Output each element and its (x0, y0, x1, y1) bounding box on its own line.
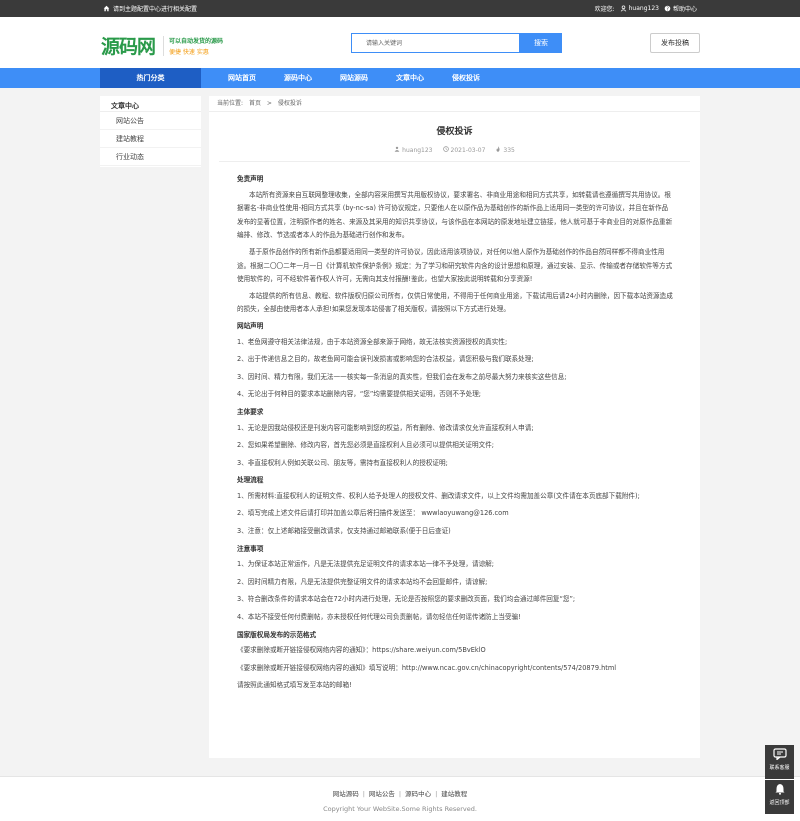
slogan-line1: 可以自动发货的源码 (169, 37, 224, 45)
paragraph: 基于原作品创作的所有新作品都要适用同一类型的许可协议，因此适用该项协议，对任何以… (237, 247, 673, 284)
breadcrumb: 当前位置: 首页 > 侵权投诉 (209, 96, 700, 112)
list-item: 2、您如果希望删除、修改内容，首先您必须是直接权利人且必须可以提供相关证明文件; (237, 441, 494, 450)
list-item: 2、出于传递信息之目的，故老鱼网可能会误刊发损害或影响您的合法权益，请您积极与我… (237, 355, 534, 364)
sidebar-title: 文章中心 (100, 96, 201, 112)
user-icon (620, 5, 627, 12)
search-button[interactable]: 搜索 (520, 33, 562, 53)
breadcrumb-sep: > (266, 100, 272, 107)
list-item: 请按照此通知格式填写发至本站的邮箱! (237, 681, 352, 690)
list-item: 3、注意：仅上述邮箱接受删改请求，仅支持通过邮箱联系(便于日后查证) (237, 527, 451, 536)
nav-item-website-source[interactable]: 网站源码 (340, 68, 368, 88)
author-icon (394, 146, 400, 154)
footer-link-tutorials[interactable]: 建站教程 (441, 790, 467, 798)
help-link[interactable]: ? 帮助中心 (664, 4, 697, 13)
list-item: 2、因时间精力有限，凡是无法提供完整证明文件的请求本站均不会回复邮件，请谅解; (237, 577, 488, 586)
footer-sep: | (398, 790, 402, 798)
list-item: 1、老鱼网遵守相关法律法规，由于本站资源全部来源于网络，故无法核实资源授权的真实… (237, 337, 508, 346)
top-notice-text: 请到主题配置中心进行相关配置 (113, 6, 198, 13)
section-heading: 主体要求 (237, 407, 264, 416)
welcome-label: 欢迎您: (594, 6, 615, 13)
section-heading: 网站声明 (237, 321, 264, 330)
user-link[interactable]: huang123 (620, 5, 659, 12)
home-icon (103, 5, 110, 12)
sidebar-item-announcements[interactable]: 网站公告 (100, 112, 201, 130)
section-heading: 免责声明 (237, 175, 264, 183)
search-bar: 搜索 (351, 33, 562, 53)
list-item: 1、为保证本站正常运作，凡是无法提供充足证明文件的请求本站一律不予处理，请谅解; (237, 560, 494, 569)
list-item: 1、所需材料:直接权利人的证明文件、权利人给予处理人的授权文件、删改请求文件，以… (237, 491, 640, 500)
meta-date: 2021-03-07 (442, 146, 486, 154)
main-nav: 热门分类 网站首页 源码中心 网站源码 文章中心 侵权投诉 (0, 68, 800, 88)
nav-items: 网站首页 源码中心 网站源码 文章中心 侵权投诉 (228, 68, 480, 88)
back-to-top-button[interactable]: 返回顶部 (765, 780, 794, 814)
svg-text:?: ? (666, 6, 669, 12)
back-to-top-label: 返回顶部 (769, 800, 790, 806)
view-count: 335 (503, 146, 515, 154)
site-logo[interactable]: 源码网 可以自动发货的源码 便捷 快速 实惠 (101, 32, 223, 59)
article-title: 侵权投诉 (436, 127, 473, 137)
sidebar-item-news[interactable]: 行业动态 (100, 148, 201, 166)
meta-author: huang123 (394, 146, 433, 154)
site-header: 源码网 可以自动发货的源码 便捷 快速 实惠 搜索 发布投稿 (0, 17, 800, 68)
slogan: 可以自动发货的源码 便捷 快速 实惠 (163, 35, 224, 56)
list-item: 1、无论是因我站侵权还是刊发内容可能影响到您的权益，所有删除、修改请求仅允许直接… (237, 423, 534, 432)
article-panel: 当前位置: 首页 > 侵权投诉 侵权投诉 huang123 2021-03-07… (209, 96, 700, 758)
contact-service-button[interactable]: 联系客服 (765, 745, 794, 779)
chat-icon (765, 748, 794, 764)
footer-link-source-center[interactable]: 源码中心 (405, 790, 431, 798)
nav-item-home[interactable]: 网站首页 (228, 68, 256, 88)
list-item: 《要求删除或断开链接侵权网络内容的通知》：https://share.weiyu… (237, 646, 486, 655)
paragraph: 本站提供的所有信息、教程、软件版权归原公司所有，仅供日常使用，不得用于任何商业用… (237, 291, 673, 314)
list-item: 4、本站不接受任何付费删帖，亦未授权任何代理公司负责删帖，请勿轻信任何谣传诸防上… (237, 613, 521, 622)
footer-links: 网站源码 | 网站公告 | 源码中心 | 建站教程 (0, 788, 800, 798)
sidebar-item-tutorials[interactable]: 建站教程 (100, 130, 201, 148)
footer-link-source[interactable]: 网站源码 (333, 790, 359, 798)
search-input[interactable] (351, 33, 520, 53)
user-area: 欢迎您: huang123 ? 帮助中心 (595, 4, 697, 13)
help-label: 帮助中心 (672, 6, 697, 13)
logo-text: 源码网 (101, 36, 156, 58)
top-notice: 请到主题配置中心进行相关配置 (103, 4, 197, 13)
list-item: 3、因时间、精力有限，我们无法一一核实每一条消息的真实性，但我们会在发布之前尽最… (237, 372, 567, 381)
footer-link-announcements[interactable]: 网站公告 (369, 790, 395, 798)
footer-sep: | (435, 790, 438, 798)
slogan-line2: 便捷 快速 实惠 (169, 48, 209, 56)
breadcrumb-label: 当前位置: (217, 100, 244, 107)
breadcrumb-home[interactable]: 首页 (249, 100, 261, 107)
site-footer: 网站源码 | 网站公告 | 源码中心 | 建站教程 Copyright Your WebSi… (0, 776, 800, 821)
list-item: 3、符合删改条件的请求本站会在72小时内进行处理，无论是否按照您的要求删改页面，… (237, 595, 576, 604)
section-heading: 处理流程 (237, 476, 264, 485)
author-name: huang123 (402, 146, 433, 154)
help-icon: ? (664, 5, 671, 12)
list-item: 2、填写完成上述文件后请打印并加盖公章后将扫描件发送至： wwwlaoyuwan… (237, 509, 509, 518)
list-item: 4、无论出于何种目的要求本站删除内容，“您”均需要提供相关证明，否则不予处理; (237, 390, 482, 399)
article-meta: huang123 2021-03-07 335 (209, 146, 700, 154)
nav-item-articles[interactable]: 文章中心 (396, 68, 424, 88)
bell-icon (765, 783, 794, 799)
hot-category-button[interactable]: 热门分类 (100, 68, 201, 88)
clock-icon (442, 146, 449, 154)
post-button[interactable]: 发布投稿 (650, 33, 700, 53)
username: huang123 (628, 5, 659, 12)
section-heading: 国家版权局发布的示范格式 (237, 630, 317, 639)
paragraph: 本站所有资源来自互联网整理收集，全部内容采用撰写共用版权协议，要求署名、非商业用… (237, 190, 673, 240)
sidebar: 文章中心 网站公告 建站教程 行业动态 (100, 96, 201, 167)
article-content: 免责声明本站所有资源来自互联网整理收集，全部内容采用撰写共用版权协议，要求署名、… (209, 162, 700, 693)
meta-views: 335 (495, 146, 515, 154)
footer-sep: | (362, 790, 365, 798)
publish-date: 2021-03-07 (450, 146, 486, 154)
section-heading: 注意事项 (237, 544, 264, 553)
top-bar: 请到主题配置中心进行相关配置 欢迎您: huang123 ? 帮助中心 (0, 0, 800, 17)
copyright: Copyright Your WebSite.Some Rights Reser… (323, 805, 477, 813)
contact-service-label: 联系客服 (769, 765, 790, 771)
list-item: 《要求删除或断开链接侵权网络内容的通知》填写说明：http://www.ncac… (237, 663, 617, 672)
list-item: 3、非直接权利人例如关联公司、朋友等，需持有直接权利人的授权证明; (237, 458, 448, 467)
fire-icon (495, 146, 501, 154)
nav-item-source-center[interactable]: 源码中心 (284, 68, 312, 88)
nav-item-complaint[interactable]: 侵权投诉 (452, 68, 480, 88)
breadcrumb-current: 侵权投诉 (277, 100, 302, 107)
